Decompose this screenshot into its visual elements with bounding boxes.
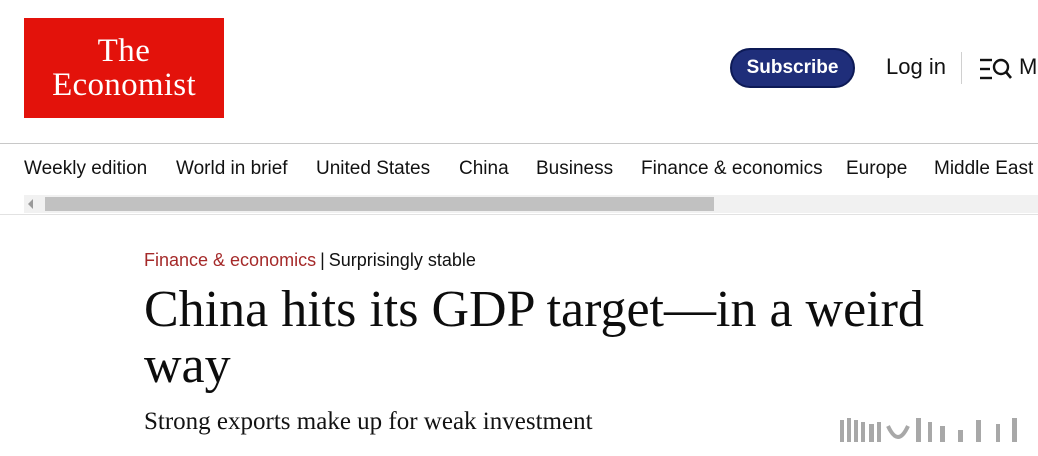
article-fly-title: Surprisingly stable bbox=[328, 250, 476, 270]
menu-label[interactable]: M bbox=[1019, 54, 1037, 80]
site-header: The Economist Subscribe Log in M bbox=[0, 0, 1038, 144]
nav-bottom-divider bbox=[0, 214, 1038, 215]
login-link[interactable]: Log in bbox=[886, 54, 946, 80]
article-section-link[interactable]: Finance & economics bbox=[144, 250, 316, 270]
article-headline: China hits its GDP target—in a weird way bbox=[144, 281, 924, 394]
nav-item-world-in-brief[interactable]: World in brief bbox=[176, 158, 288, 180]
nav-item-finance-economics[interactable]: Finance & economics bbox=[641, 158, 823, 180]
rubric-separator: | bbox=[320, 250, 325, 270]
header-divider bbox=[961, 52, 962, 84]
subscribe-button[interactable]: Subscribe bbox=[730, 48, 855, 88]
search-menu-icon[interactable] bbox=[979, 56, 1013, 82]
article-rubric: Finance & economics | Surprisingly stable bbox=[144, 250, 476, 271]
nav-scrollbar[interactable] bbox=[24, 195, 1038, 213]
logo-line-2: Economist bbox=[52, 66, 196, 103]
nav-item-weekly-edition[interactable]: Weekly edition bbox=[24, 158, 147, 180]
nav-item-middle-east[interactable]: Middle East bbox=[934, 158, 1033, 180]
nav-item-europe[interactable]: Europe bbox=[846, 158, 907, 180]
nav-item-china[interactable]: China bbox=[459, 158, 509, 180]
logo-line-1: The bbox=[97, 32, 151, 69]
article-standfirst: Strong exports make up for weak investme… bbox=[144, 408, 593, 435]
section-nav: Weekly edition World in brief United Sta… bbox=[0, 145, 1038, 195]
economist-logo[interactable]: The Economist bbox=[24, 18, 224, 118]
scroll-left-arrow-icon[interactable] bbox=[28, 199, 33, 209]
watermark-mark bbox=[840, 418, 1017, 442]
scroll-thumb[interactable] bbox=[45, 197, 714, 211]
nav-item-business[interactable]: Business bbox=[536, 158, 613, 180]
nav-item-united-states[interactable]: United States bbox=[316, 158, 430, 180]
